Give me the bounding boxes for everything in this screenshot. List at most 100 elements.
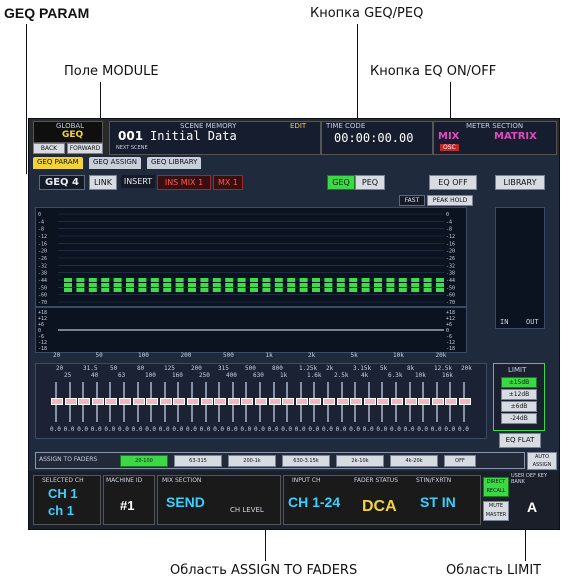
fader-knob[interactable] bbox=[91, 398, 104, 405]
geq-band-fader[interactable]: 0.0 bbox=[281, 380, 295, 436]
fader-knob[interactable] bbox=[404, 398, 417, 405]
fader-knob[interactable] bbox=[363, 398, 376, 405]
geq-band-fader[interactable]: 0.0 bbox=[417, 380, 431, 436]
fader-knob[interactable] bbox=[295, 398, 308, 405]
back-button[interactable]: BACK bbox=[33, 143, 65, 154]
ch-level-button[interactable]: CH LEVEL bbox=[230, 506, 264, 514]
tab-geq-library[interactable]: GEQ LIBRARY bbox=[147, 157, 202, 169]
fader-knob[interactable] bbox=[159, 398, 172, 405]
limit-6db[interactable]: ±6dB bbox=[501, 401, 537, 412]
fader-knob[interactable] bbox=[391, 398, 403, 405]
geq-band-fader[interactable]: 0.0 bbox=[172, 380, 186, 436]
assign-range-button[interactable]: 200-1k bbox=[228, 455, 276, 467]
tab-geq-assign[interactable]: GEQ ASSIGN bbox=[89, 157, 141, 169]
peak-hold-button[interactable]: PEAK HOLD bbox=[427, 195, 473, 206]
fader-knob[interactable] bbox=[78, 398, 91, 405]
library-button[interactable]: LIBRARY bbox=[495, 175, 545, 190]
geq-band-fader[interactable]: 0.0 bbox=[200, 380, 213, 436]
geq-band-fader[interactable]: 0.0 bbox=[349, 380, 363, 436]
ins-mix-button[interactable]: INS MIX 1 bbox=[157, 175, 211, 190]
fader-knob[interactable] bbox=[187, 398, 199, 405]
meter-mix-button[interactable]: MIX bbox=[438, 131, 459, 142]
geq-band-fader[interactable]: 0.0 bbox=[240, 380, 254, 436]
geq-band-fader[interactable]: 0.0 bbox=[64, 380, 77, 436]
geq-band-fader[interactable]: 0.0 bbox=[444, 380, 458, 436]
fader-knob[interactable] bbox=[119, 398, 131, 405]
input-ch-button[interactable]: CH 1-24 bbox=[288, 494, 340, 510]
geq-band-fader[interactable]: 0.0 bbox=[295, 380, 308, 436]
tab-geq-param[interactable]: GEQ PARAM bbox=[33, 157, 83, 169]
fader-knob[interactable] bbox=[445, 398, 458, 405]
eq-flat-button[interactable]: EQ FLAT bbox=[499, 433, 541, 448]
send-button[interactable]: SEND bbox=[166, 494, 205, 510]
assign-range-button[interactable]: 630-3.15k bbox=[282, 455, 330, 467]
fader-knob[interactable] bbox=[377, 398, 390, 405]
fader-knob[interactable] bbox=[431, 398, 444, 405]
fader-knob[interactable] bbox=[227, 398, 240, 405]
assign-range-button[interactable]: 63-315 bbox=[174, 455, 222, 467]
geq-band-fader[interactable]: 0.0 bbox=[308, 380, 322, 436]
assign-range-button[interactable]: 4k-20k bbox=[390, 455, 438, 467]
assign-off-button[interactable]: OFF bbox=[444, 455, 476, 467]
mute-master-button[interactable]: MUTE MASTER bbox=[483, 501, 509, 521]
fader-knob[interactable] bbox=[214, 398, 227, 405]
geq-band-fader[interactable]: 0.0 bbox=[145, 380, 159, 436]
geq-band-fader[interactable]: 0.0 bbox=[186, 380, 199, 436]
st-in-button[interactable]: ST IN bbox=[420, 494, 456, 510]
fader-knob[interactable] bbox=[350, 398, 363, 405]
geq-band-fader[interactable]: 0.0 bbox=[104, 380, 118, 436]
fader-knob[interactable] bbox=[132, 398, 145, 405]
geq-band-fader[interactable]: 0.0 bbox=[227, 380, 240, 436]
fader-knob[interactable] bbox=[459, 398, 471, 405]
fader-knob[interactable] bbox=[282, 398, 295, 405]
geq-band-fader[interactable]: 0.0 bbox=[390, 380, 403, 436]
module-field[interactable]: GEQ 4 bbox=[39, 175, 85, 190]
link-button[interactable]: LINK bbox=[89, 175, 117, 190]
fast-button[interactable]: FAST bbox=[399, 195, 425, 206]
geq-band-fader[interactable]: 0.0 bbox=[50, 380, 63, 436]
limit-24db[interactable]: -24dB bbox=[501, 413, 537, 424]
geq-band-fader[interactable]: 0.0 bbox=[363, 380, 376, 436]
fader-knob[interactable] bbox=[105, 398, 118, 405]
geq-button[interactable]: GEQ bbox=[327, 175, 355, 190]
forward-button[interactable]: FORWARD bbox=[67, 143, 103, 154]
geq-band-fader[interactable]: 0.0 bbox=[268, 380, 281, 436]
geq-band-fader[interactable]: 0.0 bbox=[132, 380, 145, 436]
geq-band-fader[interactable]: 0.0 bbox=[431, 380, 444, 436]
eq-off-button[interactable]: EQ OFF bbox=[429, 175, 477, 190]
geq-band-fader[interactable]: 0.0 bbox=[404, 380, 417, 436]
geq-band-fader[interactable]: 0.0 bbox=[118, 380, 131, 436]
peq-button[interactable]: PEQ bbox=[355, 175, 385, 190]
geq-band-fader[interactable]: 0.0 bbox=[254, 380, 267, 436]
fader-knob[interactable] bbox=[336, 398, 349, 405]
dca-button[interactable]: DCA bbox=[362, 498, 397, 516]
fader-knob[interactable] bbox=[309, 398, 322, 405]
assign-range-button[interactable]: 20-100 bbox=[120, 455, 168, 467]
fader-knob[interactable] bbox=[64, 398, 77, 405]
geq-band-fader[interactable]: 0.0 bbox=[213, 380, 227, 436]
limit-15db[interactable]: ±15dB bbox=[501, 377, 537, 388]
fader-knob[interactable] bbox=[241, 398, 254, 405]
assign-range-button[interactable]: 2k-10k bbox=[336, 455, 384, 467]
meter-matrix-button[interactable]: MATRIX bbox=[494, 131, 537, 142]
geq-band-fader[interactable]: 0.0 bbox=[336, 380, 349, 436]
fader-knob[interactable] bbox=[323, 398, 335, 405]
auto-assign-button[interactable]: AUTO ASSIGN bbox=[527, 452, 557, 470]
limit-12db[interactable]: ±12dB bbox=[501, 389, 537, 400]
geq-band-fader[interactable]: 0.0 bbox=[91, 380, 104, 436]
geq-band-fader[interactable]: 0.0 bbox=[322, 380, 335, 436]
geq-band-fader[interactable]: 0.0 bbox=[376, 380, 390, 436]
fader-knob[interactable] bbox=[51, 398, 63, 405]
geq-band-fader[interactable]: 0.0 bbox=[458, 380, 471, 436]
fader-knob[interactable] bbox=[268, 398, 281, 405]
fader-knob[interactable] bbox=[200, 398, 213, 405]
mx-button[interactable]: MX 1 bbox=[213, 175, 243, 190]
geq-band-fader[interactable]: 0.0 bbox=[77, 380, 91, 436]
fader-knob[interactable] bbox=[173, 398, 186, 405]
spectrum-level-bar bbox=[324, 283, 333, 287]
fader-knob[interactable] bbox=[146, 398, 159, 405]
geq-band-fader[interactable]: 0.0 bbox=[159, 380, 172, 436]
direct-recall-button[interactable]: DIRECT RECALL bbox=[483, 477, 509, 497]
fader-knob[interactable] bbox=[255, 398, 267, 405]
fader-knob[interactable] bbox=[418, 398, 431, 405]
